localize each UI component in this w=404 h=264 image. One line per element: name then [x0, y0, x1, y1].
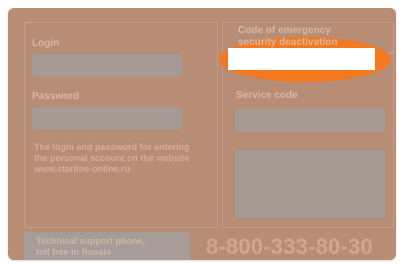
info-line-1: The login and password for entering	[34, 142, 190, 152]
password-label: Password	[32, 91, 80, 102]
support-line-1: Technical support phone,	[36, 236, 145, 246]
login-label: Login	[32, 38, 60, 49]
emergency-code-label-line-1: Code of emergency	[238, 25, 331, 36]
support-phone-number: 8-800-333-80-30	[206, 234, 373, 259]
website-address: www.starline-online.ru	[34, 164, 131, 174]
login-field	[32, 54, 182, 77]
service-code-field	[235, 109, 385, 132]
scratch-area	[235, 150, 385, 218]
support-line-2: toll free in Russia	[36, 247, 112, 257]
service-code-label: Service code	[236, 90, 298, 101]
password-field	[32, 107, 182, 130]
info-line-2: the personal account on the website	[34, 153, 190, 163]
support-text: Technical support phone, toll free in Ru…	[36, 236, 145, 258]
emergency-code-label-line-2: security deactivation	[238, 37, 338, 48]
account-info-text: The login and password for entering the …	[34, 142, 216, 175]
emergency-code-field-highlighted	[228, 48, 375, 70]
